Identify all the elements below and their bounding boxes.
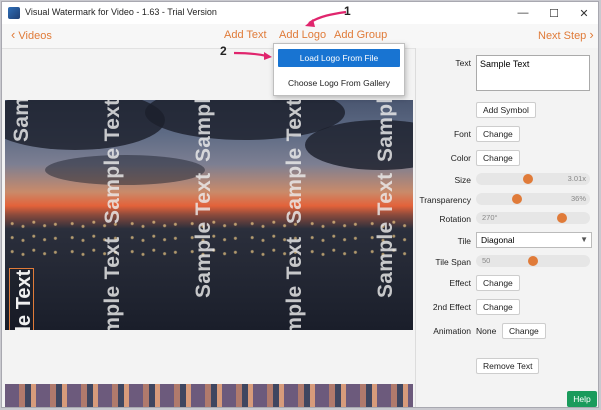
second-effect-label: 2nd Effect [432, 302, 471, 312]
arrow-head-2 [264, 52, 272, 60]
tile-select[interactable]: Diagonal ▼ [476, 232, 592, 248]
remove-text-button[interactable]: Remove Text [476, 358, 540, 374]
dropdown-arrow-icon: ▼ [580, 235, 588, 244]
tile-span-slider-thumb[interactable] [528, 256, 538, 266]
transparency-value: 36% [570, 194, 586, 203]
tile-span-label: Tile Span [435, 257, 471, 267]
transparency-slider-thumb[interactable] [512, 194, 523, 204]
size-slider-thumb[interactable] [523, 174, 534, 184]
app-window: Visual Watermark for Video - 1.63 - Tria… [1, 1, 599, 408]
callout-arrow-1 [308, 10, 347, 24]
rotation-label: Rotation [439, 214, 471, 224]
tile-select-value: Diagonal [481, 235, 515, 245]
animation-value: None [476, 326, 497, 336]
rotation-slider-thumb[interactable] [556, 213, 567, 223]
add-symbol-button[interactable]: Add Symbol [476, 102, 536, 118]
effect-change-button[interactable]: Change [476, 275, 520, 291]
font-label: Font [453, 129, 471, 139]
color-change-button[interactable]: Change [476, 150, 520, 166]
callout-arrow-2 [233, 51, 268, 58]
animation-change-button[interactable]: Change [502, 323, 546, 339]
size-slider[interactable]: 3.01x [476, 173, 590, 185]
transparency-label: Transparency [419, 195, 471, 205]
color-label: Color [450, 153, 471, 163]
font-change-button[interactable]: Change [476, 126, 520, 142]
rotation-slider[interactable]: 270° [476, 212, 590, 224]
size-label: Size [454, 175, 471, 185]
callout-number-1: 1 [344, 4, 351, 18]
size-value: 3.01x [567, 174, 586, 183]
transparency-slider[interactable]: 36% [476, 193, 590, 205]
tile-label: Tile [457, 236, 471, 246]
rotation-value: 270° [482, 213, 498, 222]
effect-label: Effect [449, 278, 471, 288]
properties-panel: Text Sample Text Add Symbol Font Change … [415, 48, 598, 407]
tile-span-value: 50 [482, 256, 491, 265]
animation-label: Animation [433, 326, 471, 336]
second-effect-change-button[interactable]: Change [476, 299, 520, 315]
tile-span-slider[interactable]: 50 [476, 255, 590, 267]
help-button[interactable]: Help [567, 391, 597, 407]
callout-number-2: 2 [220, 44, 227, 58]
text-label: Text [455, 58, 471, 68]
watermark-text-field[interactable]: Sample Text [476, 55, 590, 91]
